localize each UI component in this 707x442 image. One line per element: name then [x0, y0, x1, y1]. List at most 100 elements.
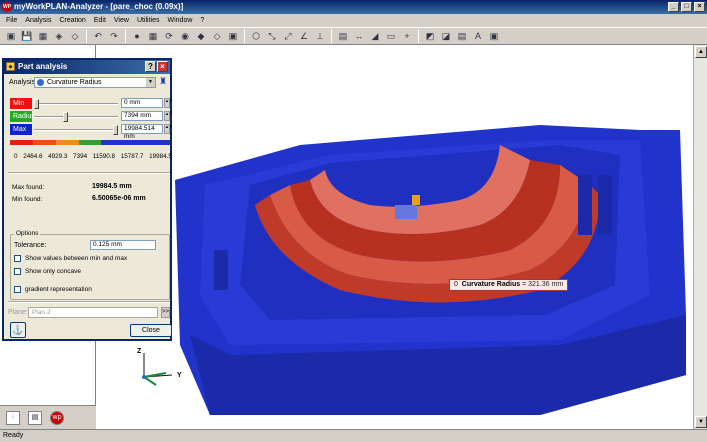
curvature-icon	[37, 79, 44, 86]
max-spinner[interactable]: ▲▼	[164, 124, 173, 134]
cube-icon[interactable]: ▣	[226, 29, 240, 43]
measure-icon[interactable]: ⤡	[265, 29, 279, 43]
menu-creation[interactable]: Creation	[55, 17, 89, 24]
min-swatch[interactable]: Min	[10, 98, 32, 109]
analysis-select[interactable]: Curvature Radius ▼	[34, 77, 156, 88]
max-swatch[interactable]: Max	[10, 124, 32, 135]
show-between-checkbox[interactable]	[14, 255, 21, 262]
vertical-scrollbar[interactable]: ▲ ▼	[693, 45, 707, 429]
radius-swatch[interactable]: Radius	[10, 111, 35, 122]
mold-icon[interactable]: ◈	[52, 29, 66, 43]
scroll-down-icon[interactable]: ▼	[695, 416, 707, 428]
toolbar-separator	[418, 29, 419, 43]
max-slider-thumb[interactable]	[113, 125, 118, 135]
menu-analysis[interactable]: Analysis	[21, 17, 55, 24]
menu-help[interactable]: ?	[196, 17, 208, 24]
text-icon[interactable]: A	[471, 29, 485, 43]
min-slider[interactable]	[34, 99, 118, 109]
scale-tick-label: 11590.8	[92, 153, 116, 160]
tolerance-field[interactable]: 0.125 mm	[90, 240, 156, 250]
axis-y-label: Y	[177, 372, 182, 379]
radius-spinner[interactable]: ▲▼	[164, 111, 173, 121]
scale-tick-label: 7394	[73, 153, 88, 160]
radius-slider-thumb[interactable]	[63, 112, 69, 122]
help-button[interactable]: ?	[145, 61, 156, 72]
sphere-icon[interactable]: ●	[130, 29, 144, 43]
open-folder-icon[interactable]: ▣	[4, 29, 18, 43]
close-button[interactable]: Close	[130, 324, 172, 337]
scale-tick-label: 19984.5	[149, 153, 172, 160]
radius-value-field[interactable]: 7394 mm	[121, 111, 163, 121]
scale-tick-label: 0	[14, 153, 18, 160]
tooltip-label: Curvature Radius	[461, 281, 521, 288]
toolbar-separator	[125, 29, 126, 43]
dialog-close-x-button[interactable]: ×	[157, 61, 168, 72]
scale-tick-label: 15787.7	[120, 153, 144, 160]
draft-icon[interactable]: ◢	[368, 29, 382, 43]
menu-file[interactable]: File	[2, 17, 21, 24]
part-icon[interactable]: ◇	[68, 29, 82, 43]
menu-window[interactable]: Window	[164, 17, 197, 24]
radius-slider[interactable]	[34, 112, 118, 122]
maximize-button[interactable]: □	[681, 2, 692, 12]
section-icon[interactable]: ▤	[336, 29, 350, 43]
dialog-titlebar: ◆ Part analysis ? ×	[4, 60, 170, 74]
anchor-icon[interactable]: ⚓	[10, 322, 26, 338]
max-found-value: 19984.5 mm	[92, 183, 132, 190]
distance-icon[interactable]: ↔	[352, 29, 366, 43]
measure2-icon[interactable]: ⤢	[281, 29, 295, 43]
undo-icon[interactable]: ↶	[91, 29, 105, 43]
max-slider[interactable]	[34, 125, 118, 135]
min-spinner[interactable]: ▲▼	[164, 98, 173, 108]
rotate-icon[interactable]: ⟳	[162, 29, 176, 43]
dialog-app-icon: ◆	[6, 62, 15, 71]
separator-2	[8, 301, 170, 303]
angle-icon[interactable]: ∠	[297, 29, 311, 43]
status-text: Ready	[3, 432, 24, 439]
save-icon[interactable]: 💾	[20, 29, 34, 43]
menu-edit[interactable]: Edit	[90, 17, 110, 24]
min-slider-thumb[interactable]	[34, 99, 39, 109]
scale-ticks: 0 2464.6 4929.3 7394 11590.8 15787.7 19984.5	[14, 153, 172, 160]
analysis-select-value: Curvature Radius	[47, 79, 102, 86]
left-panel-tabs: ⫶ ▤ wp	[0, 405, 96, 429]
camera-icon[interactable]: ▣	[487, 29, 501, 43]
gradient-checkbox[interactable]	[14, 286, 21, 293]
clear-icon[interactable]: ◪	[439, 29, 453, 43]
main-toolbar: ▣ 💾 ▦ ◈ ◇ ↶ ↷ ● ▦ ⟳ ◉ ◆ ◇ ▣ ⬡ ⤡ ⤢ ∠ ⟂ ▤ ↔ ◢ ▭ + ◩ ◪ ▤ A ▣	[0, 27, 707, 45]
document-tab-icon[interactable]: ▤	[28, 410, 42, 425]
fit-all-icon[interactable]: ◇	[210, 29, 224, 43]
bell-icon[interactable]: ♜	[159, 76, 170, 88]
tree-icon[interactable]: ▦	[36, 29, 50, 43]
chevron-down-icon[interactable]: ▼	[146, 78, 155, 87]
iso-icon[interactable]: ⬡	[249, 29, 263, 43]
toolbar-separator	[86, 29, 87, 43]
layer-icon[interactable]: ▤	[455, 29, 469, 43]
ruler-icon[interactable]: ▭	[384, 29, 398, 43]
globe-icon[interactable]: ◉	[178, 29, 192, 43]
gradient-label: gradient representation	[25, 286, 92, 293]
plane-pick-button[interactable]: >>	[161, 307, 170, 318]
axis-icon[interactable]: ⟂	[313, 29, 327, 43]
status-bar: Ready	[0, 429, 707, 442]
close-window-button[interactable]: ×	[694, 2, 705, 12]
window-title: myWorkPLAN-Analyzer - [pare_choc (0.09x)…	[14, 2, 184, 11]
tree-tab-icon[interactable]: ⫶	[6, 410, 20, 425]
wp-tab-icon[interactable]: wp	[50, 410, 64, 425]
toolbar-separator	[244, 29, 245, 43]
menu-utilities[interactable]: Utilities	[133, 17, 164, 24]
grid-icon[interactable]: ▦	[146, 29, 160, 43]
min-value-field[interactable]: 0 mm	[121, 98, 163, 108]
paint-icon[interactable]: ◩	[423, 29, 437, 43]
show-concave-checkbox[interactable]	[14, 268, 21, 275]
show-between-label: Show values between min and max	[25, 255, 128, 262]
menu-view[interactable]: View	[110, 17, 133, 24]
plane-field[interactable]: Plan 2	[28, 307, 158, 318]
point-add-icon[interactable]: +	[400, 29, 414, 43]
redo-icon[interactable]: ↷	[107, 29, 121, 43]
scroll-up-icon[interactable]: ▲	[695, 46, 707, 58]
minimize-button[interactable]: _	[668, 2, 679, 12]
max-value-field[interactable]: 19984.514 mm	[121, 124, 163, 140]
app-logo: WP	[2, 2, 12, 12]
fit-icon[interactable]: ◆	[194, 29, 208, 43]
